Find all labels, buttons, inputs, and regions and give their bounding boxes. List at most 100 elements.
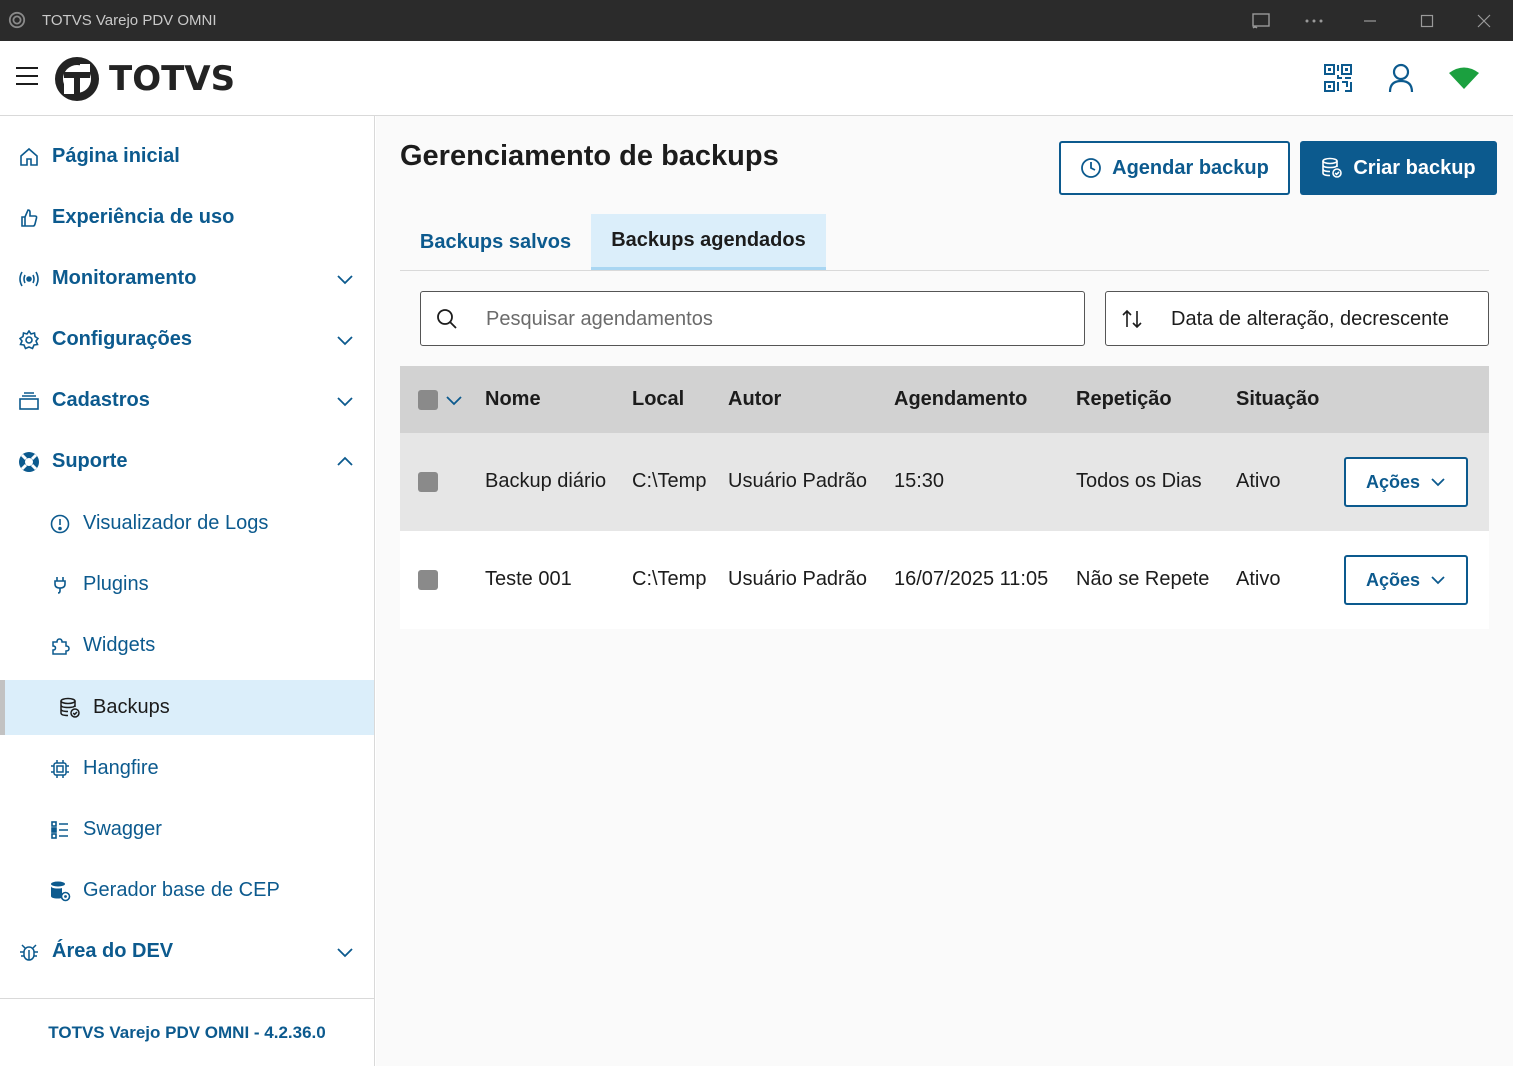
chevron-down-icon <box>337 274 353 284</box>
ellipsis-icon <box>1305 19 1323 22</box>
minimize-button[interactable] <box>1344 0 1396 41</box>
sidebar-item-label: Área do DEV <box>52 940 174 962</box>
actions-label: Ações <box>1365 569 1421 590</box>
sidebar-item-label: Experiência de uso <box>52 206 235 228</box>
page-title: Gerenciamento de backups <box>400 140 779 172</box>
sidebar-item-plugins[interactable]: Plugins <box>0 557 374 612</box>
column-header-repeticao[interactable]: Repetição <box>1076 388 1172 411</box>
sidebar-item-label: Backups <box>93 696 170 718</box>
sidebar-item-cadastros[interactable]: Cadastros <box>0 373 374 428</box>
cell-situacao: Ativo <box>1236 568 1281 590</box>
hamburger-line <box>16 75 38 77</box>
broadcast-icon <box>18 268 40 290</box>
logo-text: TOTVS <box>109 59 236 99</box>
sidebar-item-label: Cadastros <box>52 389 150 411</box>
stack-icon <box>18 390 40 412</box>
search-placeholder: Pesquisar agendamentos <box>486 308 713 330</box>
connection-status-indicator[interactable] <box>1447 61 1481 95</box>
user-profile-button[interactable] <box>1384 61 1418 95</box>
sidebar-item-widgets[interactable]: Widgets <box>0 618 374 673</box>
sidebar-item-swagger[interactable]: Swagger <box>0 802 374 857</box>
alert-circle-icon <box>49 513 71 535</box>
user-icon <box>1388 63 1414 93</box>
column-header-local[interactable]: Local <box>632 388 684 411</box>
actions-button[interactable]: Ações <box>1344 555 1468 605</box>
schedule-backup-label: Agendar backup <box>1112 156 1269 179</box>
gear-icon <box>18 329 40 351</box>
table-row[interactable]: Teste 001 C:\Temp Usuário Padrão 16/07/2… <box>400 531 1489 629</box>
column-header-situacao[interactable]: Situação <box>1236 388 1319 411</box>
sidebar-item-suporte[interactable]: Suporte <box>0 434 374 489</box>
database-gear-icon <box>49 880 71 902</box>
lifebuoy-icon <box>18 451 40 473</box>
app-icon <box>8 11 26 29</box>
close-icon <box>1477 14 1491 27</box>
sidebar-item-label: Swagger <box>83 818 162 840</box>
chevron-down-icon[interactable] <box>444 390 464 410</box>
tab-backups-agendados[interactable]: Backups agendados <box>591 214 826 270</box>
chevron-down-icon <box>337 947 353 957</box>
chevron-down-icon <box>337 396 353 406</box>
sort-value: Data de alteração, decrescente <box>1171 308 1449 330</box>
sidebar-item-configuracoes[interactable]: Configurações <box>0 312 374 367</box>
menu-toggle-button[interactable] <box>16 67 40 87</box>
qr-code-button[interactable] <box>1321 61 1355 95</box>
sidebar-item-label: Hangfire <box>83 757 159 779</box>
sidebar-item-backups[interactable]: Backups <box>0 680 374 735</box>
chevron-down-icon <box>1431 478 1445 487</box>
chip-icon <box>49 758 71 780</box>
cell-repeticao: Todos os Dias <box>1076 470 1202 492</box>
sidebar-item-hangfire[interactable]: Hangfire <box>0 741 374 796</box>
tab-backups-salvos[interactable]: Backups salvos <box>400 214 591 270</box>
list-check-icon <box>49 819 71 841</box>
cell-agendamento: 15:30 <box>894 470 945 492</box>
column-header-agendamento[interactable]: Agendamento <box>894 388 1027 411</box>
table-header: Nome Local Autor Agendamento Repetição S… <box>400 366 1489 433</box>
database-icon <box>1322 157 1343 178</box>
select-all-checkbox[interactable] <box>418 390 438 410</box>
schedule-backup-button[interactable]: Agendar backup <box>1059 141 1290 195</box>
close-button[interactable] <box>1458 0 1510 41</box>
sidebar-footer: TOTVS Varejo PDV OMNI - 4.2.36.0 <box>0 998 374 1066</box>
column-header-autor[interactable]: Autor <box>728 388 781 411</box>
chevron-up-icon <box>337 456 353 466</box>
cast-icon <box>1252 12 1270 29</box>
sidebar-item-area-do-dev[interactable]: Área do DEV <box>0 924 374 979</box>
hamburger-line <box>16 83 38 85</box>
cast-button[interactable] <box>1235 0 1287 41</box>
sidebar-item-experiencia-de-uso[interactable]: Experiência de uso <box>0 190 374 245</box>
chevron-down-icon <box>1431 576 1445 585</box>
table-row[interactable]: Backup diário C:\Temp Usuário Padrão 15:… <box>400 433 1489 531</box>
maximize-button[interactable] <box>1401 0 1453 41</box>
sidebar-item-label: Monitoramento <box>52 267 197 289</box>
plug-icon <box>49 574 71 596</box>
row-checkbox[interactable] <box>418 472 438 492</box>
cell-autor: Usuário Padrão <box>728 568 867 590</box>
database-icon <box>59 697 81 719</box>
puzzle-icon <box>49 635 71 657</box>
thumbs-up-icon <box>18 207 40 229</box>
column-header-nome[interactable]: Nome <box>485 388 541 411</box>
search-icon <box>437 309 457 329</box>
sidebar-item-visualizador-de-logs[interactable]: Visualizador de Logs <box>0 496 374 551</box>
sidebar-item-pagina-inicial[interactable]: Página inicial <box>0 129 374 184</box>
sidebar-item-gerador-base-de-cep[interactable]: Gerador base de CEP <box>0 863 374 918</box>
qr-code-icon <box>1324 64 1352 92</box>
sidebar-item-label: Plugins <box>83 573 149 595</box>
row-checkbox[interactable] <box>418 570 438 590</box>
sort-select[interactable]: Data de alteração, decrescente <box>1105 291 1489 346</box>
more-options-button[interactable] <box>1288 0 1340 41</box>
app-version: TOTVS Varejo PDV OMNI - 4.2.36.0 <box>48 1022 326 1042</box>
sidebar-item-label: Configurações <box>52 328 193 350</box>
cell-local: C:\Temp <box>632 470 707 492</box>
create-backup-button[interactable]: Criar backup <box>1300 141 1497 195</box>
window-titlebar: TOTVS Varejo PDV OMNI <box>0 0 1513 41</box>
create-backup-label: Criar backup <box>1353 156 1476 179</box>
search-input[interactable]: Pesquisar agendamentos <box>420 291 1085 346</box>
actions-button[interactable]: Ações <box>1344 457 1468 507</box>
main-content: Gerenciamento de backups Agendar backup … <box>376 116 1513 1066</box>
sidebar-item-label: Suporte <box>52 450 128 472</box>
sidebar-item-monitoramento[interactable]: Monitoramento <box>0 251 374 306</box>
actions-label: Ações <box>1365 471 1421 492</box>
clock-icon <box>1081 158 1102 178</box>
